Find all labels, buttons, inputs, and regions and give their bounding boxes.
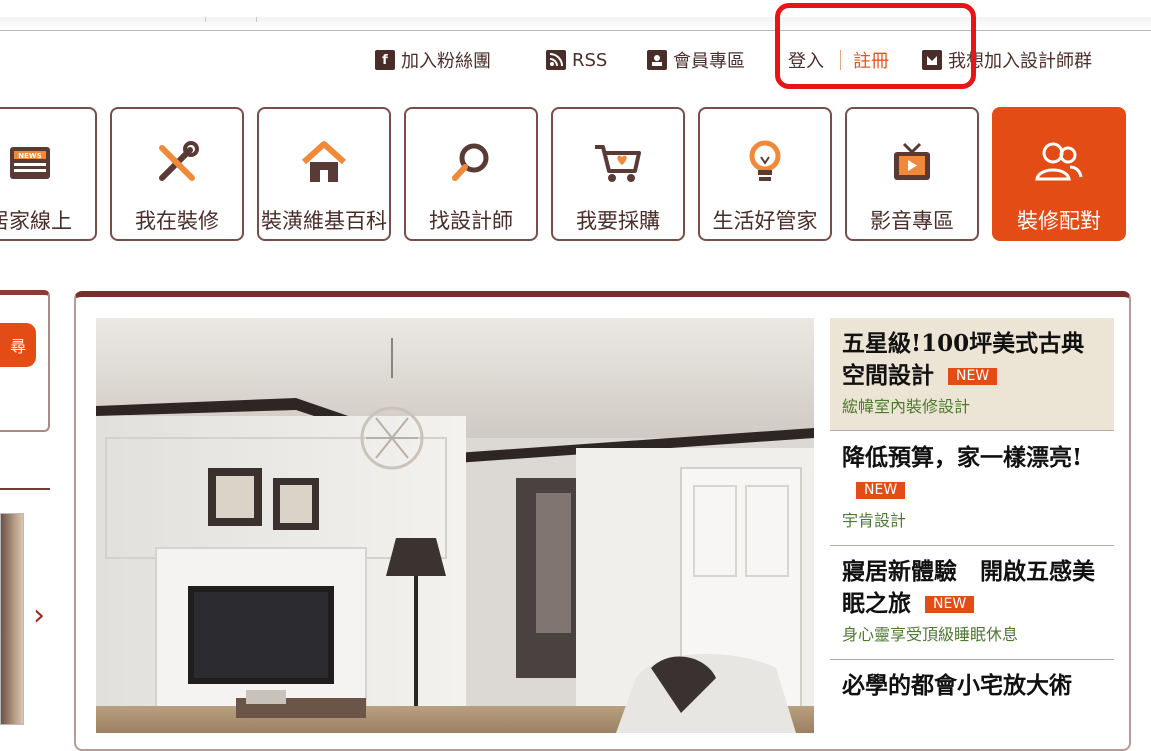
rss-label: RSS (572, 49, 608, 71)
nav-tile-renovating[interactable]: 我在裝修 (110, 107, 244, 241)
nav-tile-matching[interactable]: 裝修配對 (992, 107, 1126, 241)
header-links: f 加入粉絲團 RSS 會員專區 登入 註冊 我想加入設計師群 (0, 46, 1151, 74)
new-badge: NEW (856, 482, 906, 499)
house-icon (259, 137, 389, 189)
facebook-fans-label: 加入粉絲團 (401, 51, 491, 72)
nav-tile-wiki[interactable]: 裝潢維基百科 (257, 107, 391, 241)
newspaper-icon: NEWS (0, 137, 95, 189)
member-area-label: 會員專區 (673, 51, 745, 72)
article-title: 降低預算，家一樣漂亮! (842, 444, 1083, 471)
article-title: 必學的都會小宅放大術 (842, 672, 1072, 699)
people-icon (994, 137, 1124, 189)
nav-tile-label: 居家線上 (0, 209, 72, 233)
tv-icon (847, 137, 977, 189)
chevron-right-icon[interactable]: › (33, 598, 45, 633)
facebook-icon: f (375, 50, 395, 70)
left-divider (0, 488, 50, 490)
shopping-cart-icon (553, 137, 683, 189)
article-list: 五星級!100坪美式古典空間設計 NEW 綋幃室內裝修設計 降低預算，家一樣漂亮!… (830, 318, 1114, 733)
member-icon (647, 50, 667, 70)
login-register-highlight (775, 3, 976, 89)
facebook-fans-link[interactable]: f 加入粉絲團 (375, 46, 491, 74)
magnifier-icon (406, 137, 536, 189)
article-item[interactable]: 必學的都會小宅放大術 (830, 660, 1114, 733)
nav-tile-life-manager[interactable]: 生活好管家 (698, 107, 832, 241)
article-source: 宇肯設計 (842, 511, 907, 530)
article-item[interactable]: 降低預算，家一樣漂亮! NEW 宇肯設計 (830, 432, 1114, 546)
nav-tile-home-online[interactable]: NEWS 居家線上 (0, 107, 97, 241)
article-item[interactable]: 寢居新體驗 開啟五感美眠之旅 NEW 身心靈享受頂級睡眠休息 (830, 546, 1114, 660)
svg-text:NEWS: NEWS (18, 152, 41, 160)
article-item[interactable]: 五星級!100坪美式古典空間設計 NEW 綋幃室內裝修設計 (830, 318, 1114, 431)
main-nav: NEWS 居家線上 我在裝修 裝潢維基百科 找設計師 我要採購 生活好管家 (0, 107, 1151, 243)
nav-tile-label: 我在裝修 (135, 209, 219, 233)
tools-icon (112, 137, 242, 189)
nav-tile-find-designer[interactable]: 找設計師 (404, 107, 538, 241)
nav-tile-purchase[interactable]: 我要採購 (551, 107, 685, 241)
new-badge: NEW (925, 596, 975, 613)
nav-tile-label: 影音專區 (870, 209, 954, 233)
rss-icon (546, 50, 566, 70)
nav-tile-label: 生活好管家 (712, 209, 818, 233)
new-badge: NEW (948, 368, 998, 385)
nav-tile-label: 裝修配對 (1017, 209, 1101, 233)
member-area-link[interactable]: 會員專區 (647, 46, 745, 74)
left-thumbnail[interactable] (0, 513, 24, 725)
left-search-button[interactable]: 尋 (0, 323, 36, 367)
lightbulb-icon (700, 137, 830, 189)
article-source: 身心靈享受頂級睡眠休息 (842, 625, 1019, 644)
nav-tile-label: 我要採購 (576, 209, 660, 233)
hero-image[interactable] (96, 318, 814, 733)
browser-top-edge (0, 17, 1151, 31)
nav-tile-label: 找設計師 (429, 209, 513, 233)
nav-tile-video[interactable]: 影音專區 (845, 107, 979, 241)
rss-link[interactable]: RSS (546, 46, 607, 74)
article-source: 綋幃室內裝修設計 (842, 397, 971, 416)
nav-tile-label: 裝潢維基百科 (261, 209, 387, 233)
